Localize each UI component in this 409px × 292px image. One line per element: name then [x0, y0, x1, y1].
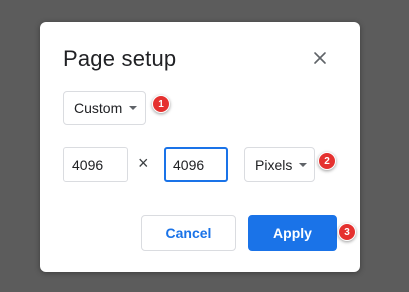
close-button[interactable] — [310, 48, 330, 68]
cancel-button[interactable]: Cancel — [141, 215, 236, 251]
step-badge-1: 1 — [152, 95, 170, 113]
times-sign: × — [138, 153, 149, 173]
size-preset-label: Custom — [74, 100, 123, 116]
unit-dropdown[interactable]: Pixels — [244, 147, 315, 182]
caret-down-icon — [129, 106, 138, 110]
dialog-title: Page setup — [63, 46, 177, 71]
unit-label: Pixels — [255, 156, 293, 173]
close-icon — [314, 52, 326, 64]
size-preset-dropdown[interactable]: Custom — [63, 91, 146, 125]
width-input[interactable] — [63, 147, 128, 182]
height-input[interactable] — [164, 147, 228, 182]
step-badge-3: 3 — [338, 223, 356, 241]
apply-button[interactable]: Apply — [248, 215, 337, 251]
caret-down-icon — [299, 162, 308, 167]
page-setup-dialog: Page setup Custom × Pixels Cancel Apply — [40, 22, 360, 272]
step-badge-2: 2 — [318, 152, 336, 170]
